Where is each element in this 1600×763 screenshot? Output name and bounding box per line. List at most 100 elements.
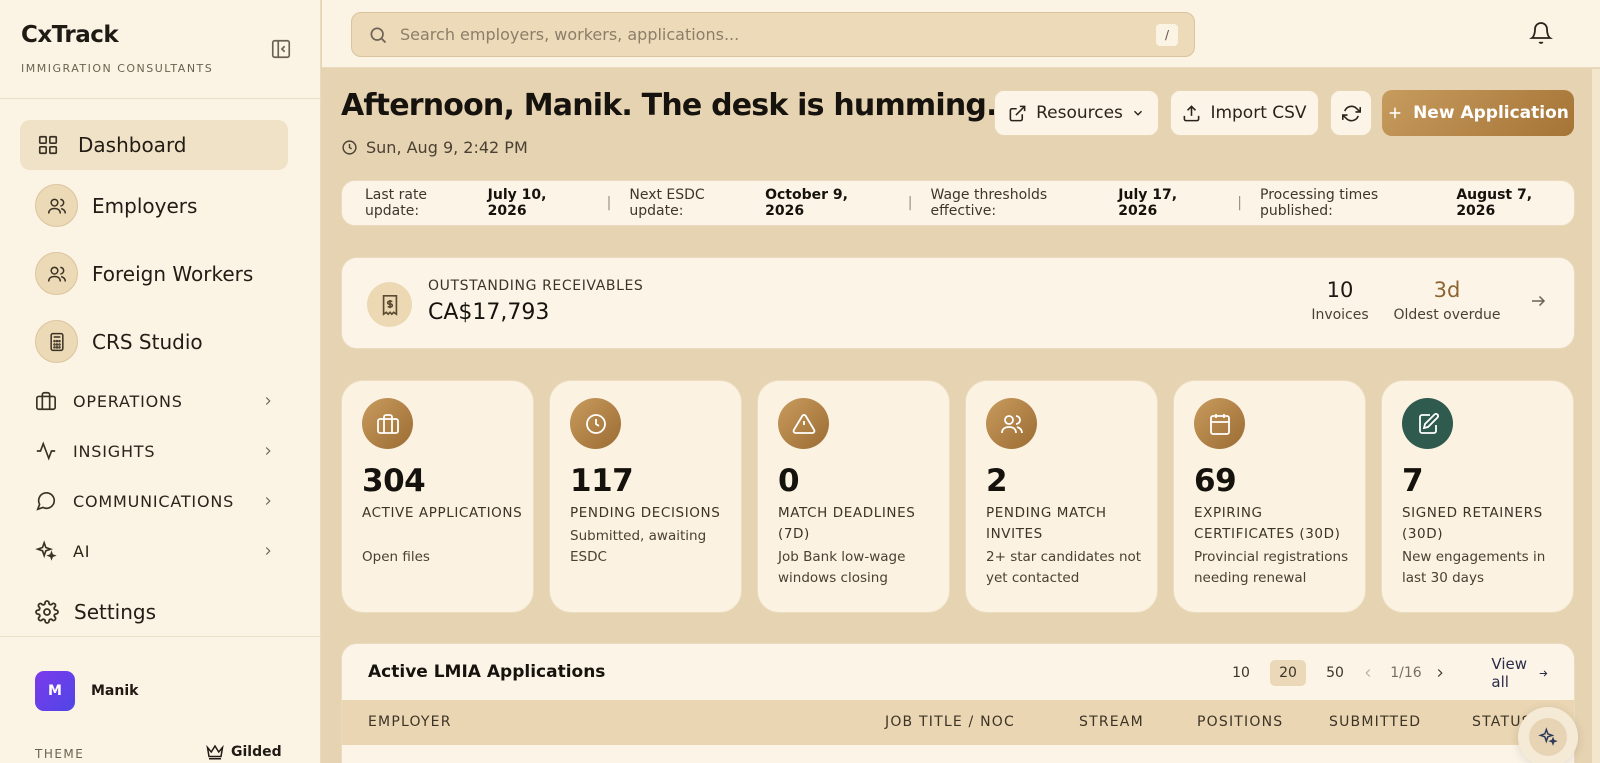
lmia-applications-table: Active LMIA Applications 10 20 50 1/16 V… — [341, 643, 1575, 763]
chevron-right-icon — [265, 497, 271, 505]
theme-selector[interactable]: Gilded — [206, 744, 282, 760]
page-size-option-selected[interactable]: 20 — [1270, 660, 1306, 686]
sparkles-icon — [1529, 718, 1567, 756]
table-header: EMPLOYER JOB TITLE / NOC STREAM POSITION… — [342, 700, 1574, 745]
column-header-positions[interactable]: POSITIONS — [1197, 714, 1283, 730]
table-title: Active LMIA Applications — [368, 662, 606, 682]
bell-icon[interactable] — [1529, 21, 1553, 49]
stat-value: 2 — [986, 463, 1008, 499]
grid-icon — [36, 133, 60, 157]
avatar[interactable]: M — [35, 671, 75, 711]
separator: | — [1237, 195, 1242, 211]
invoices-count: 10 — [1326, 278, 1354, 302]
import-csv-button[interactable]: Import CSV — [1170, 90, 1319, 136]
oldest-overdue-caption: Oldest overdue — [1393, 307, 1501, 323]
arrow-right-icon[interactable] — [1529, 292, 1547, 314]
stat-title: MATCH DEADLINES (7D) — [778, 505, 916, 542]
sidebar-item-label: Dashboard — [78, 133, 187, 157]
sidebar-item-foreign-workers[interactable]: Foreign Workers — [35, 252, 303, 295]
datetime-text: Sun, Aug 9, 2:42 PM — [366, 138, 528, 157]
stat-title: SIGNED RETAINERS (30D) — [1402, 505, 1543, 542]
refresh-button[interactable] — [1330, 90, 1372, 136]
sidebar-group-ai[interactable]: AI — [35, 538, 275, 564]
stat-card-active-applications[interactable]: 304 ACTIVE APPLICATIONS Open files — [341, 380, 534, 613]
chevron-right-icon — [265, 447, 271, 455]
column-header-employer[interactable]: EMPLOYER — [368, 714, 452, 730]
briefcase-icon — [362, 398, 413, 449]
page-size-option[interactable]: 10 — [1229, 660, 1253, 686]
stat-description: Submitted, awaiting ESDC — [570, 528, 707, 565]
view-all-link[interactable]: View all — [1491, 655, 1548, 691]
sidebar-item-employers[interactable]: Employers — [35, 184, 303, 227]
stat-card-expiring-certificates[interactable]: 69 EXPIRING CERTIFICATES (30D) Provincia… — [1173, 380, 1366, 613]
sidebar-group-communications[interactable]: COMMUNICATIONS — [35, 488, 275, 514]
search-icon — [370, 27, 387, 43]
search-shortcut: / — [1156, 24, 1178, 46]
sidebar-group-label: OPERATIONS — [73, 391, 183, 411]
stat-card-pending-decisions[interactable]: 117 PENDING DECISIONS Submitted, awaitin… — [549, 380, 742, 613]
sidebar-item-settings[interactable]: Settings — [35, 600, 303, 624]
user-name: Manik — [91, 683, 139, 699]
receipt-icon — [367, 282, 412, 327]
oldest-overdue-stat: 3d Oldest overdue — [1392, 278, 1502, 323]
stat-value: 304 — [362, 463, 426, 499]
resources-label: Resources — [1036, 103, 1123, 123]
gear-icon — [35, 600, 59, 624]
sidebar-item-crs-studio[interactable]: CRS Studio — [35, 320, 303, 363]
search-input[interactable] — [400, 25, 1140, 44]
rate-label: Last rate update: — [365, 187, 428, 219]
rate-value: October 9, 2026 — [765, 187, 848, 219]
sidebar-item-label: Employers — [92, 193, 198, 218]
separator: | — [907, 195, 913, 211]
chat-bubble-icon — [36, 492, 56, 511]
activity-icon — [36, 441, 56, 461]
stat-value: 69 — [1194, 463, 1237, 499]
receivables-card[interactable]: OUTSTANDING RECEIVABLES CA$17,793 10 Inv… — [341, 257, 1575, 349]
oldest-overdue-value: 3d — [1433, 278, 1461, 302]
arrow-right-icon — [1539, 670, 1547, 676]
sidebar-collapse-icon[interactable] — [270, 38, 292, 60]
sidebar-group-insights[interactable]: INSIGHTS — [35, 438, 275, 464]
sidebar-group-label: INSIGHTS — [73, 441, 156, 461]
chevron-left-icon[interactable] — [1360, 660, 1376, 686]
sidebar-item-label: CRS Studio — [92, 329, 203, 354]
page-title: Afternoon, Manik. The desk is humming. — [341, 88, 997, 123]
theme-label: THEME — [35, 747, 85, 761]
stat-card-signed-retainers[interactable]: 7 SIGNED RETAINERS (30D) New engagements… — [1381, 380, 1574, 613]
chevron-right-icon — [265, 397, 271, 405]
sidebar-group-label: COMMUNICATIONS — [73, 491, 235, 511]
scrollbar[interactable] — [1592, 69, 1600, 763]
rate-update-bar: Last rate update: July 10, 2026 | Next ES… — [341, 180, 1575, 226]
upload-icon — [1184, 104, 1200, 121]
resources-button[interactable]: Resources — [994, 90, 1159, 136]
sidebar: CxTrack IMMIGRATION CONSULTANTS Dashboar… — [0, 0, 321, 763]
new-application-label: New Application — [1413, 103, 1569, 123]
stat-description: New engagements in last 30 days — [1402, 549, 1546, 586]
stat-card-pending-match-invites[interactable]: 2 PENDING MATCH INVITES 2+ star candidat… — [965, 380, 1158, 613]
column-header-stream[interactable]: STREAM — [1079, 714, 1144, 730]
chevron-right-icon[interactable] — [1432, 660, 1448, 686]
signature-icon — [1402, 398, 1453, 449]
rate-value: July 17, 2026 — [1118, 187, 1178, 219]
sidebar-group-operations[interactable]: OPERATIONS — [35, 388, 275, 414]
stat-description: Job Bank low-wage windows closing — [778, 549, 906, 586]
warning-icon — [778, 398, 829, 449]
new-application-button[interactable]: New Application — [1382, 90, 1574, 136]
refresh-icon — [1341, 105, 1361, 121]
calculator-icon — [35, 320, 78, 363]
column-header-submitted[interactable]: SUBMITTED — [1329, 714, 1421, 730]
search-bar[interactable]: / — [351, 12, 1195, 57]
ai-assistant-button[interactable] — [1518, 707, 1578, 763]
plus-icon — [1389, 107, 1401, 119]
column-header-job-title[interactable]: JOB TITLE / NOC — [885, 714, 1015, 730]
stat-card-match-deadlines[interactable]: 0 MATCH DEADLINES (7D) Job Bank low-wage… — [757, 380, 950, 613]
rate-label: Processing times published: — [1260, 187, 1379, 219]
sidebar-item-dashboard[interactable]: Dashboard — [20, 120, 288, 170]
brand-subtitle: IMMIGRATION CONSULTANTS — [21, 62, 214, 75]
sparkles-icon — [35, 540, 57, 561]
invoices-caption: Invoices — [1311, 307, 1369, 323]
page-size-option[interactable]: 50 — [1322, 660, 1348, 686]
clock-icon — [342, 140, 357, 155]
page-indicator: 1/16 — [1390, 665, 1422, 681]
sidebar-item-label: Settings — [74, 600, 157, 624]
